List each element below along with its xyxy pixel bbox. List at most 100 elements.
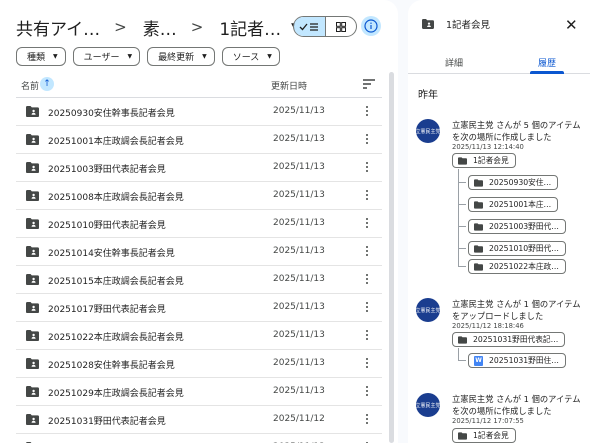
filter-label: 最終更新: [158, 53, 195, 63]
chip-label: 1記者会見: [473, 156, 509, 165]
table-row[interactable]: 20251008本庄政調会長記者会見 2025/11/13: [16, 182, 382, 210]
parent-folder-chip[interactable]: 20251031野田代表記…: [452, 332, 566, 347]
table-row[interactable]: 20251014安住幹事長記者会見 2025/11/13: [16, 238, 382, 266]
sort-options-icon[interactable]: [363, 79, 375, 89]
table-row[interactable]: 20251017野田代表記者会見 2025/11/13: [16, 294, 382, 322]
shared-folder-icon: [26, 414, 39, 425]
shared-folder-icon: [26, 106, 39, 117]
table-row[interactable]: 2025/11/13: [16, 434, 382, 443]
filter-user-button[interactable]: ユーザー ▼: [72, 47, 141, 66]
table-row[interactable]: 20251003野田代表記者会見 2025/11/13: [16, 154, 382, 182]
file-list: 20250930安住幹事長記者会見 2025/11/13 20251001本庄政調会…: [16, 98, 382, 443]
file-name: 20251015本庄政調会長記者会見: [48, 277, 184, 287]
more-options-icon[interactable]: [363, 384, 371, 398]
more-options-icon[interactable]: [363, 244, 371, 258]
file-name: 20251031野田代表記者会見: [48, 417, 166, 427]
modified-date: 2025/11/13: [273, 274, 325, 284]
tree-connector: [458, 266, 466, 267]
shared-folder-icon: [26, 134, 39, 145]
breadcrumb-item-current-folder[interactable]: 1記者…: [219, 15, 281, 40]
panel-title: 1記者会見: [446, 20, 491, 31]
filter-modified-button[interactable]: 最終更新 ▼: [147, 47, 215, 66]
child-folder-chip[interactable]: 20250930安住…: [468, 175, 559, 190]
sort-ascending-icon[interactable]: ↑: [40, 77, 54, 91]
grid-view-button[interactable]: [326, 17, 357, 36]
file-name: 20251001本庄政調会長記者会見: [48, 137, 184, 147]
info-icon: [364, 19, 378, 33]
more-options-icon[interactable]: [363, 412, 371, 426]
shared-folder-icon: [26, 358, 39, 369]
shared-folder-icon: [26, 218, 39, 229]
uploaded-file-chip[interactable]: W 20251031野田住…: [468, 353, 566, 368]
shared-folder-icon: [26, 274, 39, 285]
tab-activity[interactable]: 履歴: [538, 56, 556, 69]
child-folder-chip[interactable]: 20251010野田代…: [468, 241, 566, 256]
more-options-icon[interactable]: [363, 300, 371, 314]
close-icon[interactable]: ✕: [565, 16, 578, 34]
tab-details[interactable]: 詳細: [445, 56, 463, 69]
child-folder-chip[interactable]: 20251022本庄政…: [468, 259, 566, 274]
breadcrumb-separator: >: [190, 18, 204, 36]
scrollbar[interactable]: [389, 72, 394, 443]
list-view-button[interactable]: [294, 17, 326, 36]
shared-folder-icon: [26, 330, 39, 341]
chip-label: 1記者会見: [473, 431, 509, 440]
more-options-icon[interactable]: [363, 188, 371, 202]
shared-folder-icon: [26, 190, 39, 201]
shared-folder-icon: [422, 19, 434, 29]
modified-date: 2025/11/13: [273, 134, 325, 144]
chip-label: 20251031野田代表記…: [473, 335, 559, 344]
file-name: 20251014安住幹事長記者会見: [48, 249, 175, 259]
table-row[interactable]: 20251029本庄政調会長記者会見 2025/11/13: [16, 378, 382, 406]
more-options-icon[interactable]: [363, 356, 371, 370]
file-name: 20251017野田代表記者会見: [48, 305, 166, 315]
parent-folder-chip[interactable]: 1記者会見: [452, 153, 516, 168]
more-options-icon[interactable]: [363, 216, 371, 230]
child-folder-chip[interactable]: 20251001本庄…: [468, 197, 559, 212]
file-name: 20251028安住幹事長記者会見: [48, 361, 175, 371]
chip-label: 20251022本庄政…: [489, 262, 559, 271]
filter-source-button[interactable]: ソース ▼: [221, 47, 280, 66]
more-options-icon[interactable]: [363, 104, 371, 118]
filter-type-button[interactable]: 種類 ▼: [16, 47, 66, 66]
tree-connector: [458, 248, 466, 249]
column-header-modified[interactable]: 更新日時: [271, 79, 307, 92]
column-header-name[interactable]: 名前: [21, 79, 39, 92]
more-options-icon[interactable]: [363, 132, 371, 146]
filter-bar: 種類 ▼ ユーザー ▼ 最終更新 ▼ ソース ▼: [16, 47, 280, 66]
table-row[interactable]: 20251028安住幹事長記者会見 2025/11/13: [16, 350, 382, 378]
tree-connector: [458, 204, 466, 205]
word-doc-icon: W: [474, 355, 483, 366]
details-panel: 1記者会見 ✕ 詳細 履歴 昨年 立憲民主党 立憲民主党 さんが 5 個のアイテ…: [408, 0, 590, 443]
file-name: 20251008本庄政調会長記者会見: [48, 193, 184, 203]
table-row[interactable]: 20251022本庄政調会長記者会見 2025/11/13: [16, 322, 382, 350]
modified-date: 2025/11/13: [273, 106, 325, 116]
more-options-icon[interactable]: [363, 160, 371, 174]
table-row[interactable]: 20251031野田代表記者会見 2025/11/12: [16, 406, 382, 434]
more-options-icon[interactable]: [363, 328, 371, 342]
panel-tabs: 詳細 履歴: [408, 50, 590, 74]
chip-label: 20251003野田代…: [489, 222, 559, 231]
child-folder-chip[interactable]: 20251003野田代…: [468, 219, 566, 234]
tree-connector: [458, 182, 466, 183]
parent-folder-chip[interactable]: 1記者会見: [452, 428, 516, 443]
folder-icon: [474, 262, 483, 271]
folder-icon: [474, 222, 483, 231]
breadcrumb-item-shared-drive[interactable]: 共有アイ…: [16, 15, 100, 40]
period-heading: 昨年: [418, 90, 438, 101]
avatar: 立憲民主党: [416, 298, 440, 322]
table-row[interactable]: 20251001本庄政調会長記者会見 2025/11/13: [16, 126, 382, 154]
more-options-icon[interactable]: [363, 272, 371, 286]
folder-icon: [474, 178, 483, 187]
modified-date: 2025/11/13: [273, 386, 325, 396]
details-toggle-button[interactable]: [361, 16, 381, 36]
grid-icon: [335, 21, 346, 32]
column-header-row: 名前 ↑ 更新日時: [16, 72, 382, 98]
table-row[interactable]: 20251010野田代表記者会見 2025/11/13: [16, 210, 382, 238]
activity-text: 立憲民主党 さんが 1 個のアイテムを次の場所に作成しました: [452, 394, 581, 416]
table-row[interactable]: 20250930安住幹事長記者会見 2025/11/13: [16, 98, 382, 126]
breadcrumb-item-material[interactable]: 素…: [143, 15, 177, 40]
activity-time: 2025/11/12 18:18:46: [452, 322, 524, 330]
filter-label: 種類: [27, 53, 46, 63]
table-row[interactable]: 20251015本庄政調会長記者会見 2025/11/13: [16, 266, 382, 294]
